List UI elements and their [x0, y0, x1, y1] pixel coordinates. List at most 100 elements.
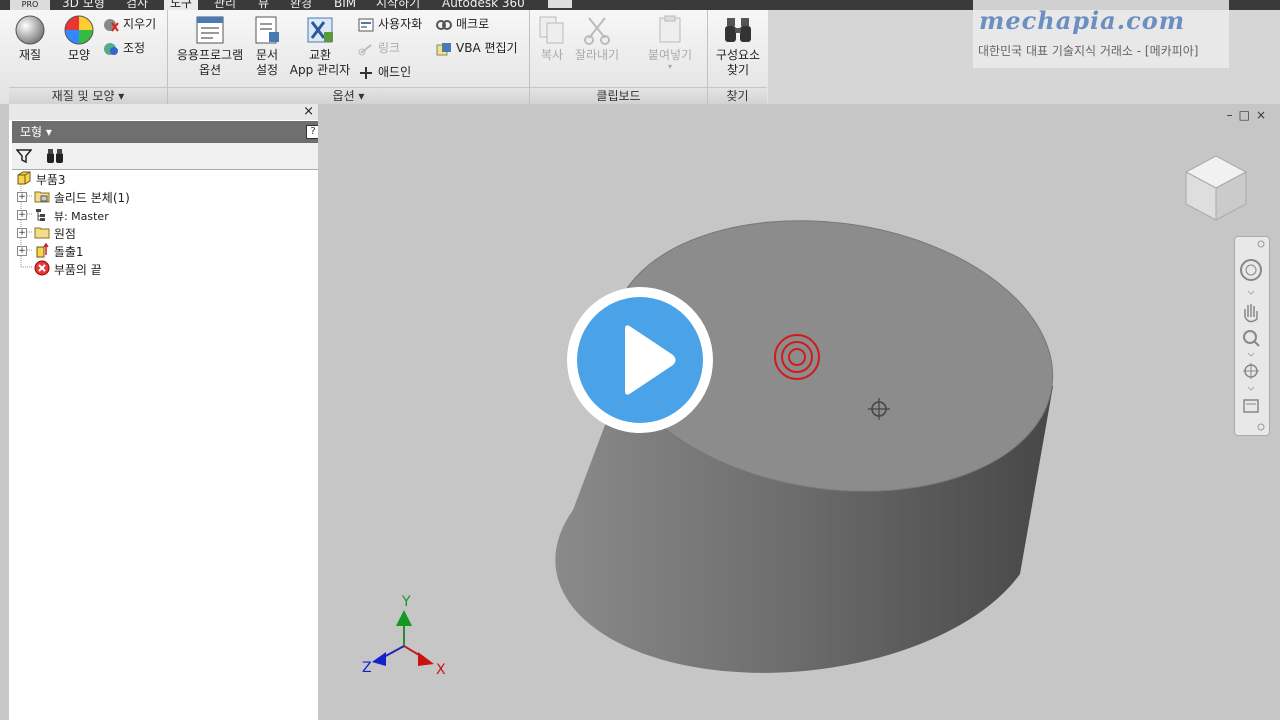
- paste-label: 붙여넣기: [647, 48, 693, 62]
- zoom-icon: [1243, 330, 1260, 347]
- addin-plus-icon: [358, 66, 374, 80]
- tab-autodesk-360[interactable]: Autodesk 360: [442, 0, 525, 10]
- steering-wheel-icon: [1240, 259, 1262, 281]
- tab-3d-model[interactable]: 3D 모형: [62, 0, 105, 10]
- tab-view[interactable]: 뷰: [258, 0, 269, 10]
- tree-node-end-of-part[interactable]: 부품의 끝: [34, 260, 102, 278]
- cylinder-model[interactable]: [318, 104, 1280, 720]
- adjust-appearance-icon: [103, 42, 119, 56]
- document-settings-label-2: 설정: [255, 63, 279, 77]
- clear-label: 지우기: [123, 17, 157, 31]
- tree-node-view-master[interactable]: 뷰: Master: [34, 206, 109, 224]
- link-label: 링크: [378, 41, 401, 55]
- link-button[interactable]: 링크: [358, 38, 400, 58]
- appearance-label: 모양: [67, 48, 91, 62]
- material-appearance-panel: 재질 모양 지우기 조정 재질 및 모양 ▾: [9, 10, 168, 104]
- macro-button[interactable]: 매크로: [436, 14, 489, 34]
- tree-label-view-master: 뷰: Master: [53, 210, 109, 223]
- browser-header: 모형 ▾ ?: [12, 121, 326, 143]
- tree-label-origin: 원점: [53, 227, 76, 241]
- tab-bim[interactable]: BIM: [334, 0, 356, 10]
- clipboard-panel-title: 클립보드: [530, 87, 707, 104]
- find-panel: 구성요소 찾기 찾기: [708, 10, 767, 104]
- material-button[interactable]: 재질: [13, 14, 47, 63]
- addin-label: 애드인: [378, 65, 412, 79]
- viewcube-icon[interactable]: [1178, 150, 1252, 226]
- find-label-1: 구성요소: [715, 48, 761, 62]
- tree-label-part: 부품3: [35, 173, 66, 187]
- tree-node-origin[interactable]: 원점: [34, 224, 76, 242]
- tree-expander-solid-bodies[interactable]: +: [17, 192, 27, 202]
- tree-label-solid-bodies: 솔리드 본체(1): [53, 191, 130, 205]
- exchange-app-icon: [304, 14, 336, 46]
- browser-drag-bar[interactable]: ×: [9, 104, 318, 120]
- document-settings-button[interactable]: 문서 설정: [248, 14, 286, 78]
- play-triangle-icon: [625, 325, 676, 395]
- tree-label-end-of-part: 부품의 끝: [53, 263, 102, 277]
- tab-get-started[interactable]: 시작하기: [376, 0, 420, 10]
- logo-tagline: 대한민국 대표 기술지식 거래소 - [메카피아]: [978, 44, 1199, 58]
- vba-editor-button[interactable]: VBA 편집기: [436, 38, 518, 58]
- exchange-label-2: App 관리자: [289, 63, 351, 77]
- binoculars-icon: [722, 14, 754, 46]
- video-play-button[interactable]: [567, 287, 713, 433]
- options-panel: 응용프로그램 옵션 문서 설정 교환 App 관리자 사용자화 링크 애드인 매: [168, 10, 530, 104]
- tree-node-extrusion[interactable]: 돌출1: [34, 242, 84, 260]
- adjust-button[interactable]: 조정: [103, 38, 145, 58]
- cut-button[interactable]: 잘라내기: [572, 14, 622, 63]
- axis-label-x: X: [436, 662, 446, 678]
- exchange-label-1: 교환: [308, 48, 332, 62]
- tree-expander-extrusion[interactable]: +: [17, 246, 27, 256]
- document-settings-label-1: 문서: [255, 48, 279, 62]
- selection-target-icon: [774, 334, 820, 380]
- find-component-button[interactable]: 구성요소 찾기: [710, 14, 766, 78]
- color-wheel-icon: [63, 14, 95, 46]
- tab-inspect[interactable]: 검사: [126, 0, 148, 10]
- find-label-2: 찾기: [726, 63, 750, 77]
- cut-label: 잘라내기: [574, 48, 620, 62]
- look-at-icon: [1243, 399, 1259, 413]
- browser-title[interactable]: 모형 ▾: [20, 125, 52, 139]
- orbit-cursor-icon: [868, 398, 890, 420]
- left-dock-strip: [0, 104, 9, 720]
- material-label: 재질: [18, 48, 42, 62]
- document-settings-icon: [251, 14, 283, 46]
- browser-find-binoculars-icon[interactable]: [46, 148, 64, 167]
- axis-label-z: Z: [362, 660, 372, 676]
- browser-close-button[interactable]: ×: [303, 104, 314, 120]
- pro-badge: PRO: [10, 0, 50, 10]
- orbit-icon: [1243, 363, 1259, 379]
- tree-node-solid-bodies[interactable]: 솔리드 본체(1): [34, 188, 130, 206]
- clear-button[interactable]: 지우기: [103, 14, 156, 34]
- exchange-app-manager-button[interactable]: 교환 App 관리자: [288, 14, 352, 78]
- model-browser: × 모형 ▾ ? 부품3 + 솔리드 본체(1) + 뷰: Master + 원…: [9, 104, 326, 720]
- navigation-bar: [1234, 236, 1270, 436]
- application-options-button[interactable]: 응용프로그램 옵션: [172, 14, 248, 78]
- copy-icon: [536, 14, 568, 46]
- axis-label-y: Y: [402, 594, 411, 610]
- pan-hand-icon: [1244, 304, 1258, 323]
- browser-toolbar: [12, 143, 326, 170]
- addin-button[interactable]: 애드인: [358, 62, 411, 82]
- watermark-logo: mechapia.com 대한민국 대표 기술지식 거래소 - [메카피아]: [973, 0, 1229, 68]
- tree-expander-view-master[interactable]: +: [17, 210, 27, 220]
- logo-text: mechapia.com: [979, 6, 1186, 35]
- customize-label: 사용자화: [378, 17, 423, 31]
- paste-button[interactable]: 붙여넣기 ▾: [640, 14, 700, 71]
- app-menu-icon[interactable]: [548, 0, 572, 8]
- tab-tools[interactable]: 도구: [164, 0, 199, 10]
- application-options-icon: [194, 14, 226, 46]
- ribbon: 재질 모양 지우기 조정 재질 및 모양 ▾ 응용프로그램 옵션 문서 설정 교…: [0, 10, 768, 105]
- filter-icon[interactable]: [15, 148, 33, 167]
- application-options-label-2: 옵션: [198, 63, 222, 77]
- material-panel-title[interactable]: 재질 및 모양 ▾: [9, 87, 167, 104]
- copy-button[interactable]: 복사: [534, 14, 570, 63]
- customize-icon: [358, 18, 374, 32]
- tab-environment[interactable]: 환경: [290, 0, 312, 10]
- options-panel-title[interactable]: 옵션 ▾: [168, 87, 529, 104]
- appearance-button[interactable]: 모양: [61, 14, 97, 63]
- tab-manage[interactable]: 관리: [214, 0, 236, 10]
- customize-button[interactable]: 사용자화: [358, 14, 422, 34]
- tree-expander-origin[interactable]: +: [17, 228, 27, 238]
- tree-node-part[interactable]: 부품3: [16, 170, 66, 188]
